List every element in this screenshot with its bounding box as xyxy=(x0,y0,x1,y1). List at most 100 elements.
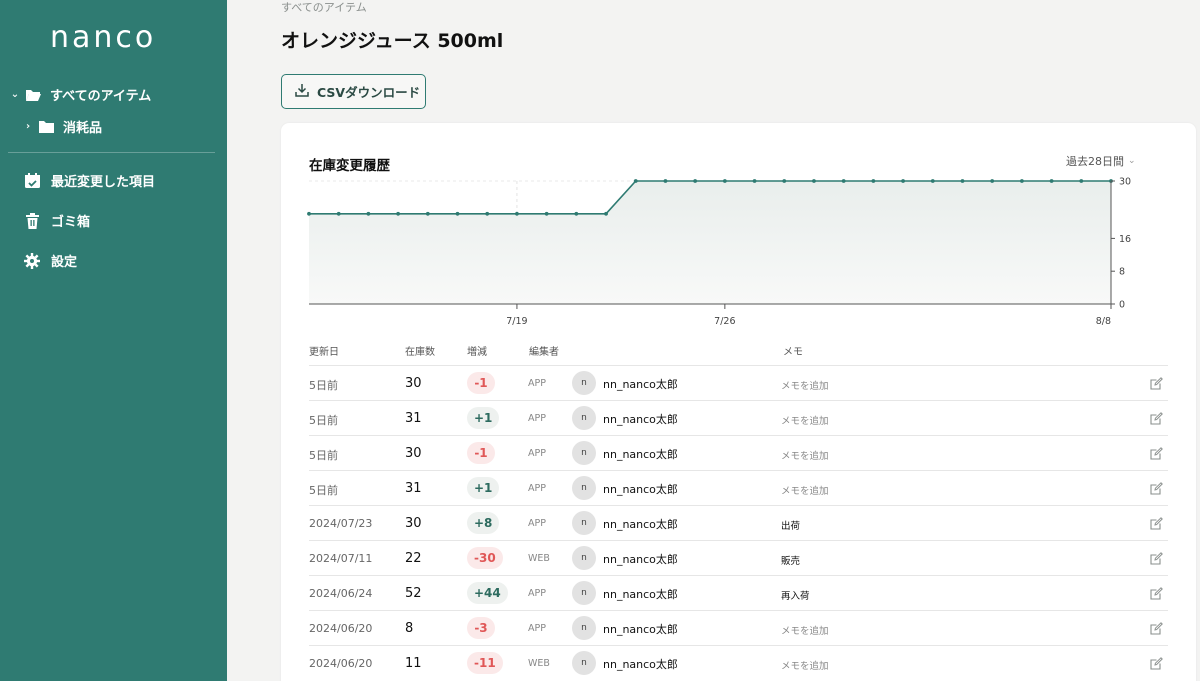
row-stock: 30 xyxy=(405,446,422,461)
avatar: n xyxy=(572,581,596,605)
y-tick-label: 30 xyxy=(1119,177,1131,188)
edit-icon[interactable] xyxy=(1150,620,1164,635)
avatar: n xyxy=(572,651,596,675)
edit-icon[interactable] xyxy=(1150,550,1164,565)
row-memo[interactable]: メモを追加 xyxy=(781,378,829,392)
row-memo[interactable]: メモを追加 xyxy=(781,483,829,497)
row-stock: 31 xyxy=(405,411,422,426)
avatar: n xyxy=(572,511,596,535)
chart-point xyxy=(574,211,579,216)
chart-point xyxy=(812,179,816,183)
chart-point xyxy=(782,179,787,183)
row-source: APP xyxy=(528,448,546,459)
csv-download-button[interactable]: CSVダウンロード xyxy=(281,74,426,109)
row-date: 5日前 xyxy=(309,449,338,462)
row-stock: 22 xyxy=(405,551,422,566)
row-memo[interactable]: 出荷 xyxy=(781,518,800,532)
sidebar-item-recent[interactable]: 最近変更した項目 xyxy=(23,171,155,190)
sidebar-item-consumables[interactable]: › 消耗品 xyxy=(22,117,102,136)
row-date: 5日前 xyxy=(309,379,338,392)
edit-icon[interactable] xyxy=(1150,480,1164,495)
chart-point xyxy=(930,179,935,183)
history-card: 在庫変更履歴 過去28日間 ⌄ 30 16 8 0 7/19 7/26 8/8 更新日 在庫… xyxy=(281,123,1196,681)
avatar: n xyxy=(572,371,596,395)
breadcrumb[interactable]: すべてのアイテム xyxy=(281,0,367,15)
row-editor: nn_nanco太郎 xyxy=(603,483,678,496)
y-tick-label: 16 xyxy=(1119,234,1131,245)
y-tick-label: 8 xyxy=(1119,267,1125,278)
col-date: 更新日 xyxy=(309,347,339,358)
row-date: 2024/06/20 xyxy=(309,657,373,670)
row-editor: nn_nanco太郎 xyxy=(603,378,678,391)
chart-point xyxy=(633,179,638,183)
row-editor: nn_nanco太郎 xyxy=(603,413,678,426)
row-editor: nn_nanco太郎 xyxy=(603,658,678,671)
row-memo[interactable]: メモを追加 xyxy=(781,448,829,462)
chevron-right-icon[interactable]: › xyxy=(22,121,34,132)
chart-point xyxy=(515,211,519,216)
edit-icon[interactable] xyxy=(1150,445,1164,460)
page-title: オレンジジュース 500ml xyxy=(281,30,504,52)
row-memo[interactable]: 再入荷 xyxy=(781,588,810,602)
row-delta-badge: +1 xyxy=(467,407,500,429)
col-memo: メモ xyxy=(783,347,803,358)
chart-point xyxy=(901,179,905,183)
sidebar-item-all-items[interactable]: ⌄ すべてのアイテム xyxy=(9,85,151,104)
row-stock: 30 xyxy=(405,376,422,391)
edit-icon[interactable] xyxy=(1150,655,1164,670)
row-editor: nn_nanco太郎 xyxy=(603,553,678,566)
row-editor: nn_nanco太郎 xyxy=(603,448,678,461)
row-source: APP xyxy=(528,378,546,389)
stock-history-chart: 30 16 8 0 7/19 7/26 8/8 xyxy=(307,177,1131,327)
chart-point xyxy=(693,179,698,183)
chart-point xyxy=(1079,179,1084,183)
row-source: APP xyxy=(528,413,546,424)
chart-point xyxy=(990,179,995,183)
chart-point xyxy=(366,211,371,216)
avatar: n xyxy=(572,476,596,500)
sidebar-divider xyxy=(8,152,215,153)
sidebar-item-settings[interactable]: 設定 xyxy=(23,251,77,270)
x-tick-label: 7/26 xyxy=(714,316,735,327)
col-editor: 編集者 xyxy=(529,347,559,358)
sidebar-item-label: 設定 xyxy=(51,255,78,270)
row-memo[interactable]: メモを追加 xyxy=(781,623,829,637)
app-logo[interactable]: nanco xyxy=(50,20,156,55)
row-memo[interactable]: 販売 xyxy=(781,553,800,567)
row-delta-badge: +44 xyxy=(467,582,508,604)
avatar: n xyxy=(572,616,596,640)
sidebar-item-trash[interactable]: ゴミ箱 xyxy=(23,211,90,230)
row-delta-badge: +1 xyxy=(467,477,500,499)
trash-icon xyxy=(23,212,41,230)
chart-point xyxy=(307,211,311,216)
row-memo[interactable]: メモを追加 xyxy=(781,658,829,672)
chart-point xyxy=(485,211,490,216)
avatar: n xyxy=(572,546,596,570)
edit-icon[interactable] xyxy=(1150,375,1164,390)
row-delta-badge: -1 xyxy=(467,372,495,394)
row-source: APP xyxy=(528,518,546,529)
edit-icon[interactable] xyxy=(1150,410,1164,425)
avatar: n xyxy=(572,406,596,430)
sidebar-item-label: ゴミ箱 xyxy=(51,215,91,230)
chart-point xyxy=(752,179,757,183)
row-date: 5日前 xyxy=(309,484,338,497)
edit-icon[interactable] xyxy=(1150,585,1164,600)
chart-point xyxy=(722,179,727,183)
table-row: 2024/06/20 8 -3 APP n nn_nanco太郎 メモを追加 xyxy=(309,610,1168,645)
sidebar-item-label: すべてのアイテム xyxy=(50,89,152,104)
sidebar-item-label: 消耗品 xyxy=(63,121,103,136)
row-delta-badge: +8 xyxy=(467,512,500,534)
sidebar: nanco ⌄ すべてのアイテム › 消耗品 最近変更した項目 ゴミ箱 設定 xyxy=(0,0,227,681)
row-source: APP xyxy=(528,588,546,599)
row-stock: 31 xyxy=(405,481,422,496)
table-row: 2024/07/11 22 -30 WEB n nn_nanco太郎 販売 xyxy=(309,540,1168,575)
row-stock: 52 xyxy=(405,586,422,601)
row-memo[interactable]: メモを追加 xyxy=(781,413,829,427)
row-date: 2024/07/11 xyxy=(309,552,373,565)
col-delta: 増減 xyxy=(467,347,487,358)
edit-icon[interactable] xyxy=(1150,515,1164,530)
row-stock: 8 xyxy=(405,621,414,636)
chart-point xyxy=(396,211,401,216)
chevron-down-icon[interactable]: ⌄ xyxy=(9,89,21,100)
